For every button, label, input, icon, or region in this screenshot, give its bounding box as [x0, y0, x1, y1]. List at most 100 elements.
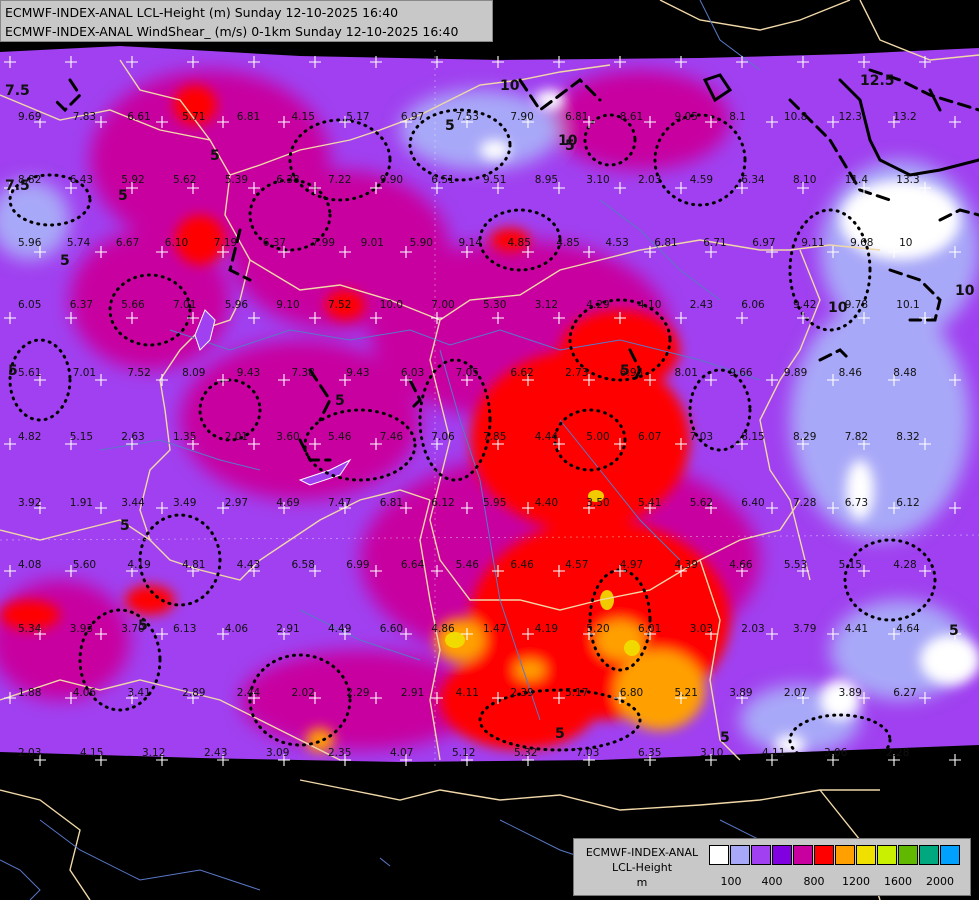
legend-ticks: 100 400 800 1200 1600 2000 — [709, 875, 967, 889]
shear-value: 4.29 — [586, 299, 609, 311]
shear-value: 6.67 — [116, 237, 139, 249]
title-line-2: ECMWF-INDEX-ANAL WindShear_ (m/s) 0-1km … — [5, 24, 459, 39]
shear-value: 2.43 — [204, 747, 227, 759]
shear-value: 2.91 — [276, 623, 299, 635]
shear-value: 5.96 — [18, 237, 42, 249]
shear-value: 8.46 — [839, 367, 863, 379]
shear-value: 7.22 — [328, 174, 351, 186]
shear-value: 3.50 — [586, 497, 609, 509]
shear-value: 3.12 — [535, 299, 558, 311]
shear-value: 7.03 — [576, 747, 599, 759]
shear-value: 5.90 — [410, 237, 433, 249]
shear-value: 2.44 — [237, 687, 261, 699]
shear-value: 6.61 — [127, 111, 150, 123]
shear-value: 3.10 — [586, 174, 609, 186]
shear-value: 4.11 — [762, 747, 785, 759]
legend-tick: 1600 — [884, 875, 912, 888]
shear-value: 1.47 — [483, 623, 506, 635]
legend-tick: 1200 — [842, 875, 870, 888]
shear-value: 6.12 — [431, 497, 454, 509]
shear-value: 6.27 — [893, 687, 916, 699]
shear-value: 5.12 — [452, 747, 475, 759]
shear-value: 9.78 — [845, 299, 868, 311]
shear-value: 5.30 — [483, 299, 506, 311]
contour-label: 5 — [120, 518, 130, 534]
shear-value: 3.79 — [793, 623, 816, 635]
shear-value: 2.28 — [886, 747, 909, 759]
shear-value: 5.95 — [483, 497, 506, 509]
shear-value: 9.01 — [361, 237, 384, 249]
shear-value: 2.02 — [292, 687, 315, 699]
shear-value: 6.10 — [165, 237, 188, 249]
shear-value: 3.10 — [700, 747, 723, 759]
legend-swatch — [709, 845, 729, 865]
shear-value: 6.37 — [263, 237, 286, 249]
shear-value: 4.57 — [565, 559, 588, 571]
legend-swatch — [793, 845, 813, 865]
shear-value: 10.8 — [784, 111, 807, 123]
shear-value: 11.4 — [845, 174, 869, 186]
shear-value: 6.35 — [638, 747, 661, 759]
shear-value: 7.53 — [456, 111, 479, 123]
contour-label: 10 — [828, 300, 848, 316]
shear-value: 9.51 — [483, 174, 506, 186]
contour-label: 5 — [445, 118, 455, 134]
shear-value: 7.00 — [431, 299, 454, 311]
shear-value: 3.89 — [729, 687, 752, 699]
shear-value: 5.46 — [328, 431, 352, 443]
shear-value: 5.20 — [586, 623, 609, 635]
shear-value: 6.64 — [401, 559, 425, 571]
contour-label: 5 — [335, 393, 345, 409]
shear-value: 5.34 — [18, 623, 42, 635]
shear-value: 2.91 — [401, 687, 424, 699]
contour-label: 7.5 — [5, 178, 30, 194]
shear-value: 3.41 — [127, 687, 150, 699]
shear-value: 4.40 — [535, 497, 558, 509]
contour-label: 10 — [500, 78, 520, 94]
shear-value: 6.03 — [401, 367, 424, 379]
shear-value: 13.3 — [896, 174, 919, 186]
shear-value: 4.41 — [845, 623, 868, 635]
shear-value: 4.19 — [535, 623, 558, 635]
shear-value: 7.83 — [73, 111, 96, 123]
shear-value: 6.80 — [620, 687, 643, 699]
legend-swatch — [898, 845, 918, 865]
shear-value: 4.59 — [690, 174, 713, 186]
shear-value: 6.81 — [380, 497, 403, 509]
shear-value: 1.35 — [173, 431, 196, 443]
shear-value: 4.44 — [535, 431, 559, 443]
shear-value: 5.17 — [565, 687, 588, 699]
shear-value: 10.1 — [896, 299, 919, 311]
shear-value: 6.46 — [510, 559, 534, 571]
legend: ECMWF-INDEX-ANAL LCL-Height m 100 400 800 1… — [573, 838, 971, 896]
shear-value: 7.46 — [380, 431, 404, 443]
shear-value: 10 — [899, 237, 912, 249]
shear-value: 7.05 — [456, 367, 479, 379]
shear-value: 6.06 — [741, 299, 765, 311]
shear-value: 3.92 — [18, 497, 41, 509]
title-line-1: ECMWF-INDEX-ANAL LCL-Height (m) Sunday 1… — [5, 5, 399, 20]
shear-value: 3.44 — [121, 497, 145, 509]
legend-tick: 800 — [803, 875, 825, 888]
shear-value: 5.41 — [638, 497, 661, 509]
shear-value: 7.90 — [510, 111, 533, 123]
shear-value: 6.12 — [896, 497, 919, 509]
shear-value: 9.05 — [675, 111, 698, 123]
shear-value: 6.99 — [346, 559, 369, 571]
shear-value: 5.66 — [121, 299, 145, 311]
contour-label: 5 — [138, 618, 148, 634]
shear-value: 4.97 — [620, 559, 643, 571]
legend-parameter: LCL-Height — [611, 861, 673, 874]
legend-swatch — [835, 845, 855, 865]
shear-value: 7.99 — [312, 237, 335, 249]
shear-value: 9.43 — [237, 367, 260, 379]
shear-value: 8.32 — [896, 431, 919, 443]
legend-tick: 2000 — [926, 875, 954, 888]
shear-value: 2.29 — [346, 687, 369, 699]
shear-value: 6.58 — [292, 559, 315, 571]
shear-value: 9.68 — [850, 237, 873, 249]
shear-value: 7.03 — [690, 431, 713, 443]
shear-value: 4.85 — [508, 237, 531, 249]
shear-value: 6.43 — [70, 174, 93, 186]
shear-value: 7.38 — [292, 367, 315, 379]
